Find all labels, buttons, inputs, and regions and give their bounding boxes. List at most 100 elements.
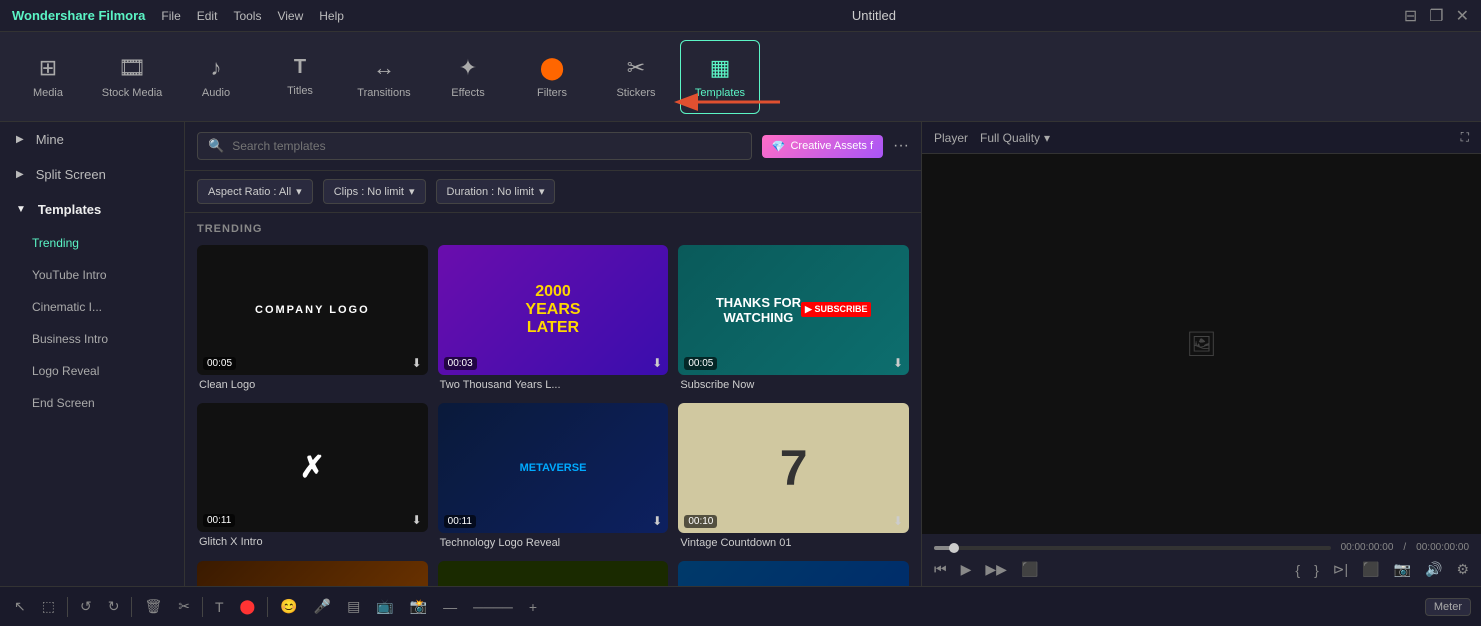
maximize-button[interactable]: ❐ (1429, 6, 1443, 26)
menu-tools[interactable]: Tools (233, 9, 261, 23)
transitions-icon: ↔ (373, 55, 395, 81)
menu-file[interactable]: File (161, 9, 180, 23)
face-tool[interactable]: 😊 (276, 594, 301, 619)
mic-button[interactable]: 🎤 (310, 594, 335, 619)
snapshot-button[interactable]: 📸 (406, 594, 431, 619)
duration-chevron-icon: ▾ (539, 185, 545, 198)
vintage-download-icon[interactable]: ⬇ (893, 514, 903, 528)
menu-view[interactable]: View (277, 9, 303, 23)
close-button[interactable]: ✕ (1456, 6, 1469, 26)
search-input-wrap[interactable]: 🔍 (197, 132, 752, 160)
sidebar-item-end-screen[interactable]: End Screen (0, 387, 184, 419)
zoom-slider[interactable]: ──── (469, 595, 517, 619)
undo-button[interactable]: ↺ (76, 594, 96, 619)
subscribe-thumb: THANKS FORWATCHING▶ SUBSCRIBE (678, 245, 909, 375)
subscribe-download-icon[interactable]: ⬇ (893, 356, 903, 370)
toolbar-effects[interactable]: ✦ Effects (428, 40, 508, 114)
toolbar-titles[interactable]: T Titles (260, 40, 340, 114)
more-options-button[interactable]: ··· (893, 137, 909, 155)
toolbar-media[interactable]: ⊞ Media (8, 40, 88, 114)
aspect-ratio-filter[interactable]: Aspect Ratio : All ▾ (197, 179, 313, 204)
toolbar-audio[interactable]: ♪ Audio (176, 40, 256, 114)
template-card-two-thousand[interactable]: 2000YEARSLATER 00:03 ⬇ (438, 245, 669, 375)
template-card-countdown3[interactable]: 3 (197, 561, 428, 587)
search-icon: 🔍 (208, 138, 224, 154)
sidebar-templates-label: Templates (38, 202, 101, 217)
player-tab-label[interactable]: Player (934, 131, 968, 145)
sidebar-end-label: End Screen (32, 396, 95, 410)
toolbar-templates[interactable]: ▦ Templates (680, 40, 760, 114)
content-area: ▶ Mine ▶ Split Screen ▼ Templates Trendi… (0, 122, 1481, 586)
mark-out-button[interactable]: } (1314, 562, 1319, 578)
text-tool[interactable]: T (211, 595, 228, 619)
sidebar-item-templates[interactable]: ▼ Templates (0, 192, 184, 227)
sidebar-item-logo-reveal[interactable]: Logo Reveal (0, 355, 184, 387)
template-card-glitch-x[interactable]: ✗ 00:11 ⬇ (197, 403, 428, 533)
player-fullscreen-icon[interactable]: ⛶ (1461, 130, 1469, 145)
templates-icon: ▦ (710, 55, 731, 81)
mark-in-button[interactable]: { (1295, 562, 1300, 578)
tech-logo-name: Technology Logo Reveal (438, 533, 669, 551)
record-button[interactable]: ⬤ (236, 594, 260, 619)
sidebar-item-trending[interactable]: Trending (0, 227, 184, 259)
progress-bar[interactable] (934, 546, 1331, 550)
template-card-business-blue[interactable]: BUSINESS (678, 561, 909, 587)
template-card-wrap-business-blue: BUSINESS (678, 561, 909, 587)
delete-button[interactable]: 🗑 (140, 594, 166, 619)
filter-row: Aspect Ratio : All ▾ Clips : No limit ▾ … (185, 171, 921, 213)
clips-filter[interactable]: Clips : No limit ▾ (323, 179, 426, 204)
sidebar-item-cinematic[interactable]: Cinematic I... (0, 291, 184, 323)
toolbar-transitions[interactable]: ↔ Transitions (344, 40, 424, 114)
edit-controls: { } ⊳| ⬛ 📷 🔊 ⚙ (1295, 561, 1469, 578)
duration-filter[interactable]: Duration : No limit ▾ (436, 179, 556, 204)
sidebar-item-split-screen[interactable]: ▶ Split Screen (0, 157, 184, 192)
glitch-x-download-icon[interactable]: ⬇ (412, 513, 422, 527)
camera-button[interactable]: 📷 (1394, 561, 1411, 578)
effects-icon: ✦ (459, 55, 477, 81)
stock-media-icon: 🎞 (118, 55, 146, 81)
chevron-down-icon: ▼ (16, 204, 26, 215)
search-input[interactable] (232, 139, 741, 153)
minimize-button[interactable]: ⊟ (1404, 6, 1417, 26)
menu-help[interactable]: Help (319, 9, 344, 23)
media-icon: ⊞ (39, 55, 57, 81)
toolbar-stickers[interactable]: ✂ Stickers (596, 40, 676, 114)
settings-button[interactable]: ⚙ (1456, 561, 1469, 578)
volume-button[interactable]: 🔊 (1425, 561, 1442, 578)
stop-button[interactable]: ⬛ (1021, 561, 1038, 578)
subtitle-button[interactable]: ▤ (343, 594, 364, 619)
play-button[interactable]: ▶ (961, 561, 972, 578)
redo-button[interactable]: ↻ (104, 594, 124, 619)
template-card-tech-logo[interactable]: METAVERSE 00:11 ⬇ (438, 403, 669, 533)
zoom-out-button[interactable]: — (439, 595, 461, 619)
playback-controls: ⏮ ▶ ▶▶ ⬛ (934, 561, 1038, 578)
clean-logo-download-icon[interactable]: ⬇ (412, 356, 422, 370)
sidebar-item-youtube-intro[interactable]: YouTube Intro (0, 259, 184, 291)
export-button[interactable]: ⊳| (1333, 561, 1348, 578)
step-back-button[interactable]: ⏮ (934, 561, 947, 578)
player-quality-selector[interactable]: Full Quality ▾ (980, 131, 1050, 145)
creative-assets-button[interactable]: 💎 Creative Assets f (762, 135, 883, 158)
sidebar-item-mine[interactable]: ▶ Mine (0, 122, 184, 157)
template-card-clean-logo[interactable]: COMPANY LOGO 00:05 ⬇ (197, 245, 428, 375)
two-thousand-download-icon[interactable]: ⬇ (652, 356, 662, 370)
two-thousand-name: Two Thousand Years L... (438, 375, 669, 393)
screen-button[interactable]: ⬛ (1362, 561, 1379, 578)
template-card-vintage[interactable]: 7 00:10 ⬇ (678, 403, 909, 533)
cut-tool[interactable]: ✂ (174, 594, 194, 619)
tech-logo-download-icon[interactable]: ⬇ (652, 514, 662, 528)
toolbar-effects-label: Effects (451, 87, 484, 99)
template-card-subscribe[interactable]: THANKS FORWATCHING▶ SUBSCRIBE 00:05 ⬇ (678, 245, 909, 375)
sidebar-item-business-intro[interactable]: Business Intro (0, 323, 184, 355)
main-panel: 🔍 💎 Creative Assets f ··· Aspect Ratio :… (185, 122, 921, 586)
screen-record-button[interactable]: 📺 (372, 594, 397, 619)
toolbar-stock-media[interactable]: 🎞 Stock Media (92, 40, 172, 114)
zoom-in-button[interactable]: + (525, 595, 541, 619)
menu-edit[interactable]: Edit (197, 9, 218, 23)
creative-assets-label: Creative Assets f (790, 140, 873, 152)
toolbar-filters[interactable]: ⬤ Filters (512, 40, 592, 114)
template-card-thank-you[interactable]: THANK YOUFORWATCHINGDON'T FORGET TO LIKE… (438, 561, 669, 587)
step-forward-button[interactable]: ▶▶ (985, 561, 1007, 578)
select-tool[interactable]: ⬚ (38, 594, 59, 619)
pointer-tool[interactable]: ↖ (10, 594, 30, 619)
